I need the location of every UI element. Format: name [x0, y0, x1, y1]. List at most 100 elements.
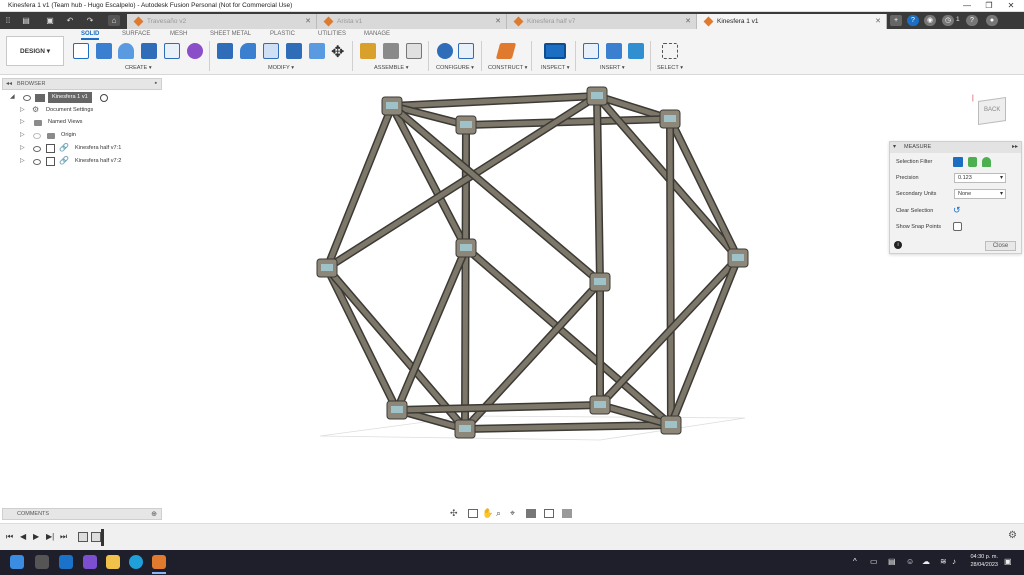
cloud-icon[interactable]: ☁ [922, 557, 930, 566]
fusion-app-icon[interactable] [152, 555, 166, 569]
hole-icon[interactable] [141, 43, 157, 59]
fit-icon[interactable]: ⌖ [510, 508, 515, 519]
select-menu[interactable]: SELECT ▾ [657, 65, 683, 71]
add-comment-icon[interactable]: ⊕ [151, 510, 157, 518]
extensions-icon[interactable]: ◉ [924, 15, 936, 26]
close-window-button[interactable]: ✕ [1002, 1, 1020, 11]
create-menu[interactable]: CREATE ▾ [125, 65, 152, 71]
tab-manage[interactable]: MANAGE [364, 31, 390, 37]
tab-surface[interactable]: SURFACE [122, 31, 150, 37]
look-at-icon[interactable] [468, 509, 478, 518]
grid-snaps-icon[interactable] [544, 509, 554, 518]
tray-icon[interactable]: ▤ [888, 557, 896, 566]
timeline-feature-icon[interactable] [91, 532, 101, 542]
zoom-icon[interactable]: ⌕ [496, 508, 501, 519]
tab-mesh[interactable]: MESH [170, 31, 187, 37]
pan-icon[interactable]: ✋ [482, 508, 493, 519]
collapse-icon[interactable]: ▾ [893, 142, 896, 153]
minimize-button[interactable]: — [958, 1, 976, 11]
insert-menu[interactable]: INSERT ▾ [600, 65, 625, 71]
outlook-icon[interactable] [59, 555, 73, 569]
close-button[interactable]: Close [985, 241, 1016, 251]
extrude-icon[interactable] [96, 43, 112, 59]
browser-panel-header[interactable]: ◂◂ BROWSER ▪ [2, 78, 162, 90]
form-icon[interactable] [187, 43, 203, 59]
select-window-icon[interactable] [662, 43, 678, 59]
redo-icon[interactable]: ↷ [84, 15, 96, 26]
viewports-icon[interactable] [562, 509, 572, 518]
step-forward-icon[interactable]: ▶| [46, 532, 54, 541]
fast-forward-icon[interactable]: ⏭ [60, 532, 67, 542]
timeline-feature-icon[interactable] [78, 532, 88, 542]
close-tab-icon[interactable]: ✕ [495, 14, 501, 29]
undo-icon[interactable]: ↶ [64, 15, 76, 26]
activate-radio-icon[interactable] [100, 94, 108, 102]
clock-icon[interactable]: ◷ [942, 15, 954, 26]
close-tab-icon[interactable]: ✕ [875, 14, 881, 29]
expand-arrow-icon[interactable]: ▷ [20, 106, 26, 113]
close-tab-icon[interactable]: ✕ [685, 14, 691, 29]
tray-icon[interactable]: ☺ [906, 557, 914, 566]
tab-arista[interactable]: Arista v1 ✕ [317, 14, 507, 29]
orbit-icon[interactable]: ✣ [450, 508, 458, 519]
step-back-icon[interactable]: ◀ [20, 532, 26, 541]
precision-dropdown[interactable]: 0.123 [954, 173, 1006, 183]
tab-kinesfera-1[interactable]: Kinesfera 1 v1 ✕ [697, 14, 887, 29]
notifications-icon[interactable]: ▣ [1004, 557, 1012, 566]
insert-mesh-icon[interactable] [606, 43, 622, 59]
insert-derive-icon[interactable] [583, 43, 599, 59]
configure-table-icon[interactable] [458, 43, 474, 59]
assemble-menu[interactable]: ASSEMBLE ▾ [374, 65, 409, 71]
new-component-icon[interactable] [360, 43, 376, 59]
expand-panel-icon[interactable]: ▸▸ [1012, 142, 1018, 153]
home-icon[interactable]: ⌂ [108, 15, 120, 26]
frame-bar-face[interactable] [389, 103, 469, 251]
tray-arrow-icon[interactable]: ^ [853, 557, 857, 566]
file-explorer-icon[interactable] [106, 555, 120, 569]
expand-arrow-icon[interactable]: ▷ [20, 131, 26, 138]
save-icon[interactable]: ▣ [44, 15, 56, 26]
frame-bar-face[interactable] [463, 116, 673, 128]
rewind-icon[interactable]: ⏮ [6, 532, 13, 542]
tab-travesano[interactable]: Travesaño v2 ✕ [127, 14, 317, 29]
modify-menu[interactable]: MODIFY ▾ [268, 65, 294, 71]
replace-face-icon[interactable] [309, 43, 325, 59]
play-icon[interactable]: ▶ [33, 532, 39, 541]
tab-utilities[interactable]: UTILITIES [318, 31, 346, 37]
visibility-icon[interactable] [33, 146, 41, 152]
pin-icon[interactable]: ▪ [155, 80, 157, 87]
tray-icon[interactable]: ▭ [870, 557, 878, 566]
configure-menu[interactable]: CONFIGURE ▾ [436, 65, 474, 71]
secondary-units-dropdown[interactable]: None [954, 189, 1006, 199]
as-built-joint-icon[interactable] [406, 43, 422, 59]
tab-plastic[interactable]: PLASTIC [270, 31, 295, 37]
timeline-settings-icon[interactable]: ⚙ [1008, 530, 1017, 541]
expand-arrow-icon[interactable]: ▷ [20, 157, 26, 164]
visibility-icon[interactable] [33, 159, 41, 165]
construct-menu[interactable]: CONSTRUCT ▾ [488, 65, 527, 71]
combine-icon[interactable] [286, 43, 302, 59]
file-menu-icon[interactable]: ▤ [20, 15, 32, 26]
new-tab-button[interactable]: + [890, 15, 902, 26]
measure-dialog-header[interactable]: ▾ MEASURE ▸▸ [890, 142, 1021, 153]
filter-component-icon[interactable] [982, 157, 991, 167]
collapse-arrow-icon[interactable]: ◂◂ [6, 80, 12, 87]
offset-plane-icon[interactable] [495, 43, 517, 59]
insert-image-icon[interactable] [628, 43, 644, 59]
expand-arrow-icon[interactable]: ◢ [10, 93, 16, 100]
display-settings-icon[interactable] [526, 509, 536, 518]
timeline-marker[interactable] [101, 529, 104, 546]
measure-icon[interactable] [544, 43, 566, 59]
app-grid-icon[interactable]: ⁞⁞ [2, 15, 14, 26]
create-sketch-icon[interactable] [73, 43, 89, 59]
revolve-icon[interactable] [118, 43, 134, 59]
press-pull-icon[interactable] [217, 43, 233, 59]
tab-solid[interactable]: SOLID [81, 31, 100, 40]
comments-panel-header[interactable]: COMMENTS ⊕ [2, 508, 162, 520]
info-icon[interactable]: i [894, 241, 902, 249]
help-icon[interactable]: ? [907, 15, 919, 26]
expand-arrow-icon[interactable]: ▷ [20, 144, 26, 151]
tab-sheet-metal[interactable]: SHEET METAL [210, 31, 251, 37]
inspect-menu[interactable]: INSPECT ▾ [541, 65, 570, 71]
visibility-icon[interactable] [23, 95, 31, 101]
